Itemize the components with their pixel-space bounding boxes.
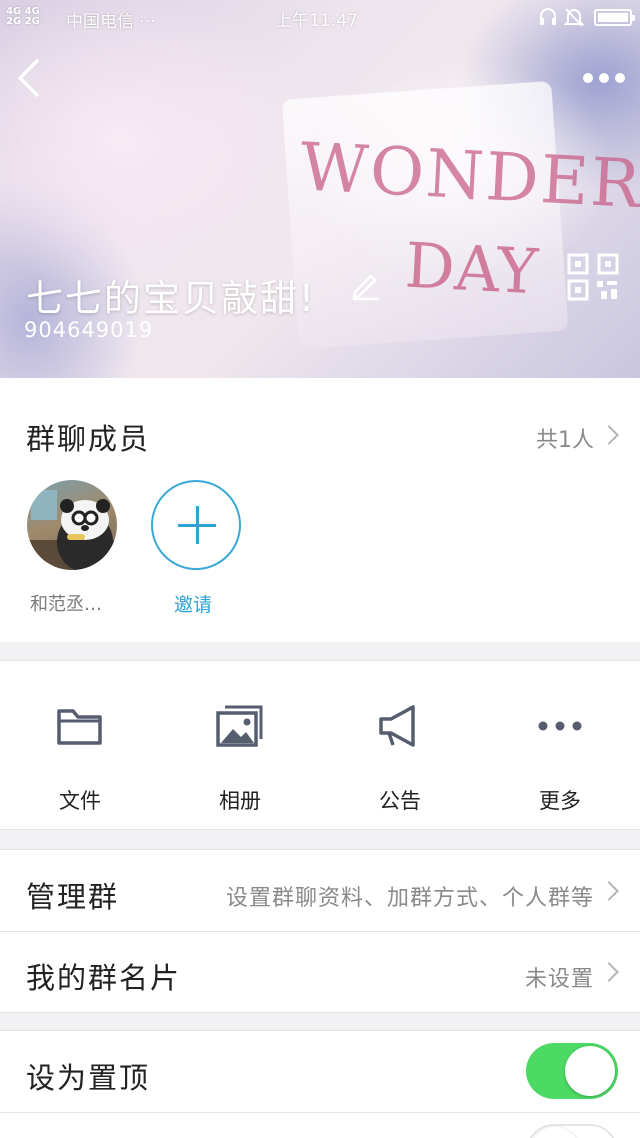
group-name: 七七的宝贝敲甜! — [26, 277, 316, 320]
group-settings-list: 管理群 设置群聊资料、加群方式、个人群等 我的群名片 未设置 — [0, 849, 640, 1013]
next-setting-row — [0, 1112, 640, 1138]
invite-label[interactable]: 邀请 — [174, 590, 212, 617]
pin-to-top-title: 设为置顶 — [26, 1061, 151, 1095]
announcement-label: 公告 — [379, 789, 421, 813]
group-card-row[interactable]: 我的群名片 未设置 — [0, 931, 640, 1012]
group-card-value: 未设置 — [524, 967, 594, 992]
more-actions-button[interactable]: 更多 — [480, 661, 640, 831]
qr-code-icon[interactable] — [567, 253, 619, 301]
manage-group-row[interactable]: 管理群 设置群聊资料、加群方式、个人群等 — [0, 850, 640, 931]
edit-icon[interactable] — [349, 268, 383, 302]
clock: 上午11:47 — [275, 11, 358, 31]
megaphone-icon — [379, 705, 415, 747]
invite-button[interactable] — [151, 480, 241, 570]
manage-group-value: 设置群聊资料、加群方式、个人群等 — [225, 886, 594, 911]
album-button[interactable]: 相册 — [160, 661, 320, 831]
background-photo-text: DAY — [403, 228, 540, 309]
members-title: 群聊成员 — [26, 422, 151, 456]
member-count[interactable]: 共1人 — [536, 422, 594, 454]
manage-group-title: 管理群 — [26, 880, 120, 914]
toggle-settings-list: 设为置顶 — [0, 1030, 640, 1138]
album-icon — [216, 705, 263, 747]
album-label: 相册 — [219, 789, 261, 813]
chevron-right-icon — [599, 425, 619, 445]
back-button[interactable] — [8, 50, 52, 106]
carrier-label: 中国电信 ··· — [66, 12, 156, 32]
quick-actions: 文件 相册 公告 更多 — [0, 660, 640, 830]
more-actions-label: 更多 — [539, 789, 581, 813]
next-setting-toggle[interactable] — [526, 1124, 618, 1138]
group-header: WONDERFU DAY 4G 4G 2G 2G 中国电信 ··· 上午11:4… — [0, 0, 640, 378]
panda-avatar-image — [27, 490, 117, 570]
group-card-title: 我的群名片 — [26, 961, 182, 995]
battery-icon — [594, 9, 635, 26]
pin-to-top-row: 设为置顶 — [0, 1031, 640, 1112]
bell-muted-icon — [563, 8, 585, 27]
more-options-button[interactable] — [578, 60, 630, 96]
member-avatar[interactable] — [27, 480, 117, 570]
folder-icon — [57, 709, 102, 745]
more-dots-icon — [538, 721, 582, 731]
status-bar: 4G 4G 2G 2G 中国电信 ··· 上午11:47 — [0, 0, 640, 36]
pin-to-top-toggle[interactable] — [526, 1043, 618, 1099]
announcement-button[interactable]: 公告 — [320, 661, 480, 831]
members-section: 群聊成员 共1人 和范丞… 邀请 — [0, 378, 640, 642]
group-id: 904649019 — [24, 318, 154, 342]
files-button[interactable]: 文件 — [0, 661, 160, 831]
member-name: 和范丞… — [30, 594, 102, 615]
headset-icon — [540, 8, 556, 25]
chevron-right-icon — [599, 962, 619, 982]
signal-icon: 4G 4G 2G 2G — [6, 6, 40, 27]
files-label: 文件 — [59, 789, 101, 813]
chevron-right-icon — [599, 881, 619, 901]
